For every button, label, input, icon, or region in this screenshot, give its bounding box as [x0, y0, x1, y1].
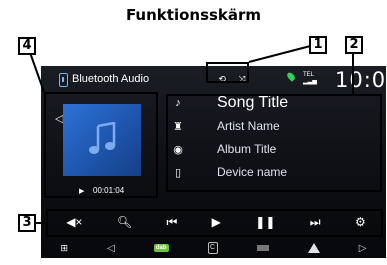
callout-1: 1 — [309, 36, 327, 54]
callout-3: 3 — [18, 214, 36, 232]
callout-2: 2 — [345, 36, 363, 54]
callout-leaders — [26, 43, 354, 224]
callout-4: 4 — [18, 37, 36, 55]
